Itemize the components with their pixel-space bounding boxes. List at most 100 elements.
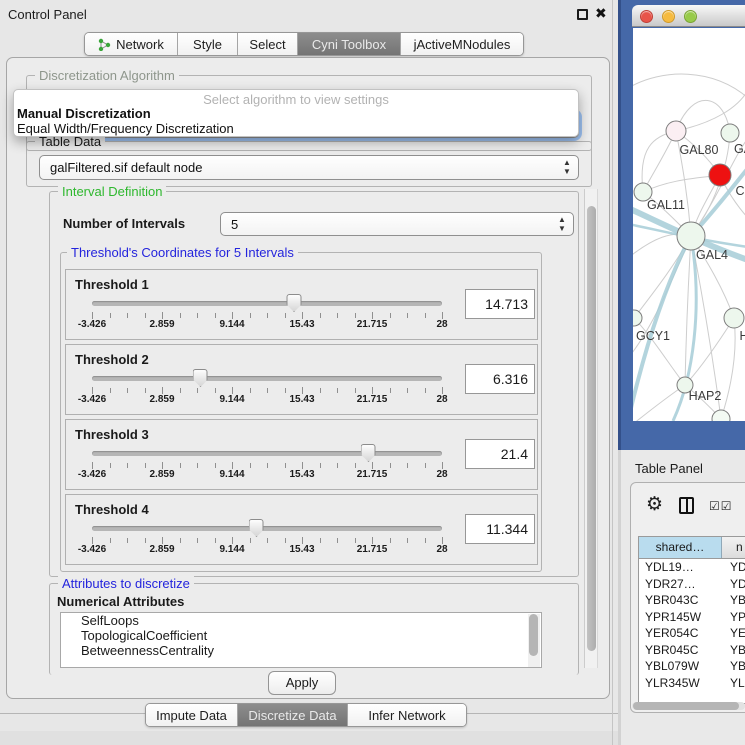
tab-network[interactable]: Network [85,33,178,55]
network-node[interactable] [666,121,686,141]
slider-thumb[interactable] [249,519,264,537]
table-cell[interactable]: YER0 [722,625,745,642]
table-cell[interactable]: YBL0 [722,658,745,675]
attribute-list-item[interactable]: SelfLoops [61,613,541,628]
slider-scale-label: 2.859 [149,469,174,480]
tab-label: Infer Network [368,708,445,723]
table-cell[interactable]: YDL19… [639,559,722,576]
columns-icon[interactable] [679,497,694,514]
apply-button[interactable]: Apply [268,671,336,695]
tab-infer-network[interactable]: Infer Network [348,704,466,726]
table-cell[interactable]: YIL052C [639,691,722,692]
threshold-3-value[interactable]: 21.4 [465,439,535,469]
table-row[interactable]: YBL079WYBL0 [639,658,745,675]
table-rows: YDL19…YDL1YDR27…YDR2YBR043CYBR0YPR145WYP… [639,559,745,692]
network-node[interactable] [721,124,739,142]
table-cell[interactable]: YPR145W [639,609,722,626]
scrollbar-thumb[interactable] [587,206,596,651]
attributes-list-scrollbar[interactable] [528,614,540,668]
tab-select[interactable]: Select [238,33,298,55]
table-row[interactable]: YBR043CYBR0 [639,592,745,609]
slider-scale-labels: -3.4262.8599.14415.4321.71528 [92,319,442,332]
column-header-name[interactable]: n [722,537,745,558]
column-header-shared-name[interactable]: shared… [639,537,722,558]
slider-thumb[interactable] [287,294,302,312]
network-node[interactable] [724,308,744,328]
slider-thumb[interactable] [361,444,376,462]
zoom-traffic-light-icon[interactable] [684,10,697,23]
tab-style[interactable]: Style [178,33,238,55]
table-cell[interactable]: YDR2 [722,576,745,593]
scrollbar-thumb[interactable] [529,614,538,656]
tab-impute-data[interactable]: Impute Data [146,704,238,726]
algorithm-placeholder-option[interactable]: Select algorithm to view settings [14,90,578,106]
threshold-1-value[interactable]: 14.713 [465,289,535,319]
close-icon[interactable]: ✖ [595,5,607,22]
network-node[interactable] [677,222,705,250]
network-node-label: C [735,184,744,198]
table-row[interactable]: YBR045CYBR0 [639,642,745,659]
table-cell[interactable]: YBR045C [639,642,722,659]
network-node-label: GA [734,142,745,156]
table-cell[interactable]: YBR0 [722,592,745,609]
table-cell[interactable]: YDR27… [639,576,722,593]
table-cell[interactable]: YBR043C [639,592,722,609]
float-window-icon[interactable] [577,9,588,20]
table-row[interactable]: YPR145WYPR1 [639,609,745,626]
slider-scale-label: 21.715 [357,319,388,330]
slider-thumb[interactable] [193,369,208,387]
table-row[interactable]: YLR345WYLR3 [639,675,745,692]
slider-scale-label: -3.426 [78,469,106,480]
combo-arrows-icon: ▲▼ [557,215,567,233]
threshold-4-value[interactable]: 11.344 [465,514,535,544]
algorithm-option-manual[interactable]: Manual Discretization [14,106,578,121]
table-panel-body: ⚙ ☑☑ shared… n YDL19…YDL1YDR27…YDR2YBR04… [630,482,745,713]
settings-scrollbar[interactable] [584,189,598,668]
attribute-list-item[interactable]: TopologicalCoefficient [61,628,541,643]
tab-cyni-toolbox[interactable]: Cyni Toolbox [298,33,401,55]
threshold-2-slider[interactable]: -3.4262.8599.14415.4321.71528 [92,367,442,409]
checkbox-icons[interactable]: ☑☑ [709,499,733,513]
network-node[interactable] [709,164,731,186]
table-cell[interactable]: YDL1 [722,559,745,576]
table-row[interactable]: YDL19…YDL1 [639,559,745,576]
scrollbar-thumb[interactable] [633,702,739,710]
network-node[interactable] [633,310,642,326]
table-cell[interactable]: YBL079W [639,658,722,675]
algorithm-option-equal-width[interactable]: Equal Width/Frequency Discretization [14,121,578,136]
table-cell[interactable]: YLR3 [722,675,745,692]
table-row[interactable]: YDR27…YDR2 [639,576,745,593]
table-data-select[interactable]: galFiltered.sif default node▲▼ [39,155,579,180]
threshold-3-slider[interactable]: -3.4262.8599.14415.4321.71528 [92,442,442,484]
tab-jactivemnodules[interactable]: jActiveMNodules [401,33,523,55]
close-traffic-light-icon[interactable] [640,10,653,23]
table-cell[interactable]: YBR0 [722,642,745,659]
gear-icon[interactable]: ⚙ [646,493,663,516]
table-horizontal-scrollbar[interactable] [632,702,745,710]
control-panel-titlebar: Control Panel ✖ [0,0,618,28]
slider-scale-label: -3.426 [78,394,106,405]
table-row[interactable]: YER054CYER0 [639,625,745,642]
attributes-items: SelfLoopsTopologicalCoefficientBetweenne… [61,613,541,658]
number-of-intervals-select[interactable]: 5 ▲▼ [220,212,574,236]
minimize-traffic-light-icon[interactable] [662,10,675,23]
threshold-1-slider[interactable]: -3.4262.8599.14415.4321.71528 [92,292,442,334]
table-cell[interactable]: YLR345W [639,675,722,692]
network-canvas[interactable]: GAL80GACGAL11GAL4GCY1HHAP2 [633,28,745,421]
table-cell[interactable]: YPR1 [722,609,745,626]
attribute-list-item[interactable]: BetweennessCentrality [61,643,541,658]
threshold-2-value[interactable]: 6.316 [465,364,535,394]
network-node-label: GAL80 [680,143,719,157]
network-desktop: GAL80GACGAL11GAL4GCY1HHAP2 [618,0,745,450]
number-of-intervals-value: 5 [231,217,238,232]
table-cell[interactable]: YIL0 [722,691,745,692]
table-data-selected-value: galFiltered.sif default node [50,160,202,175]
network-node-label: GCY1 [636,329,670,343]
cyni-toolbox-content: Discretization Algorithm ▲▼ Select algor… [6,57,610,699]
network-window-titlebar[interactable] [632,5,745,27]
threshold-4-slider[interactable]: -3.4262.8599.14415.4321.71528 [92,517,442,559]
table-cell[interactable]: YER054C [639,625,722,642]
table-row[interactable]: YIL052CYIL0 [639,691,745,692]
numerical-attributes-list[interactable]: SelfLoopsTopologicalCoefficientBetweenne… [60,612,542,668]
tab-discretize-data[interactable]: Discretize Data [238,704,348,726]
